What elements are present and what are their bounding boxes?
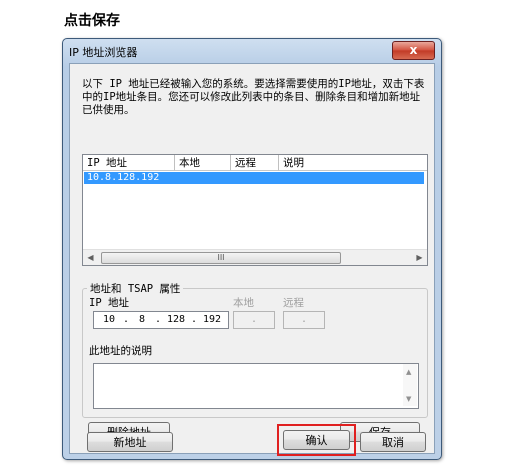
group-title: 地址和 TSAP 属性 [87,281,184,296]
close-icon: x [409,43,418,57]
list-item-selected[interactable]: 10.8.128.192 [84,172,424,184]
local-tsap-field: . [233,311,275,329]
close-button[interactable]: x [392,41,435,60]
column-header-local[interactable]: 本地 [175,155,231,171]
ip-octet-3: 128 [166,314,186,325]
remote-tsap-field: . [283,311,325,329]
local-dot: . [250,314,258,325]
ip-address-field[interactable]: 10 . 8 . 128 . 192 [93,311,229,329]
window-title: IP 地址浏览器 [69,46,138,59]
ip-octet-1: 10 [102,314,116,325]
vertical-scrollbar[interactable]: ▲ ▼ [403,364,417,406]
scroll-left-icon[interactable]: ◀ [83,250,98,265]
address-tsap-properties-group: 地址和 TSAP 属性 IP 地址 本地 远程 10 . 8 . 128 . 1… [82,281,428,418]
remote-dot: . [300,314,308,325]
scroll-down-icon[interactable]: ▼ [406,395,411,403]
scroll-right-icon[interactable]: ▶ [412,250,427,265]
ip-dot-2: . [154,314,162,325]
horizontal-scrollbar[interactable]: ◀ III ▶ [83,249,427,265]
remote-label: 远程 [283,297,304,309]
new-address-button[interactable]: 新地址 [87,432,173,452]
column-header-ip[interactable]: IP 地址 [83,155,175,171]
column-header-remote[interactable]: 远程 [231,155,279,171]
page-heading: 点击保存 [64,13,120,29]
dialog-body: 以下 IP 地址已经被输入您的系统。要选择需要使用的IP地址，双击下表中的IP地… [69,63,435,454]
description-textarea[interactable] [93,363,419,409]
scroll-thumb[interactable]: III [101,252,341,264]
local-label: 本地 [233,297,254,309]
ip-octet-2: 8 [138,314,146,325]
ip-octet-4: 192 [202,314,222,325]
ip-address-label: IP 地址 [89,297,129,309]
scroll-up-icon[interactable]: ▲ [406,368,411,376]
ip-address-browser-dialog: IP 地址浏览器 x 以下 IP 地址已经被输入您的系统。要选择需要使用的IP地… [62,38,442,460]
ip-address-list[interactable]: IP 地址 本地 远程 说明 10.8.128.192 ◀ III ▶ [82,154,428,266]
scroll-grip-icon: III [217,253,225,262]
confirm-button[interactable]: 确认 [283,430,350,450]
ip-dot-3: . [190,314,198,325]
column-header-description[interactable]: 说明 [279,155,427,171]
intro-text: 以下 IP 地址已经被输入您的系统。要选择需要使用的IP地址，双击下表中的IP地… [82,78,425,116]
title-bar[interactable]: IP 地址浏览器 x [63,39,441,63]
ip-dot-1: . [122,314,130,325]
cancel-button[interactable]: 取消 [360,432,426,452]
description-label: 此地址的说明 [89,345,152,357]
